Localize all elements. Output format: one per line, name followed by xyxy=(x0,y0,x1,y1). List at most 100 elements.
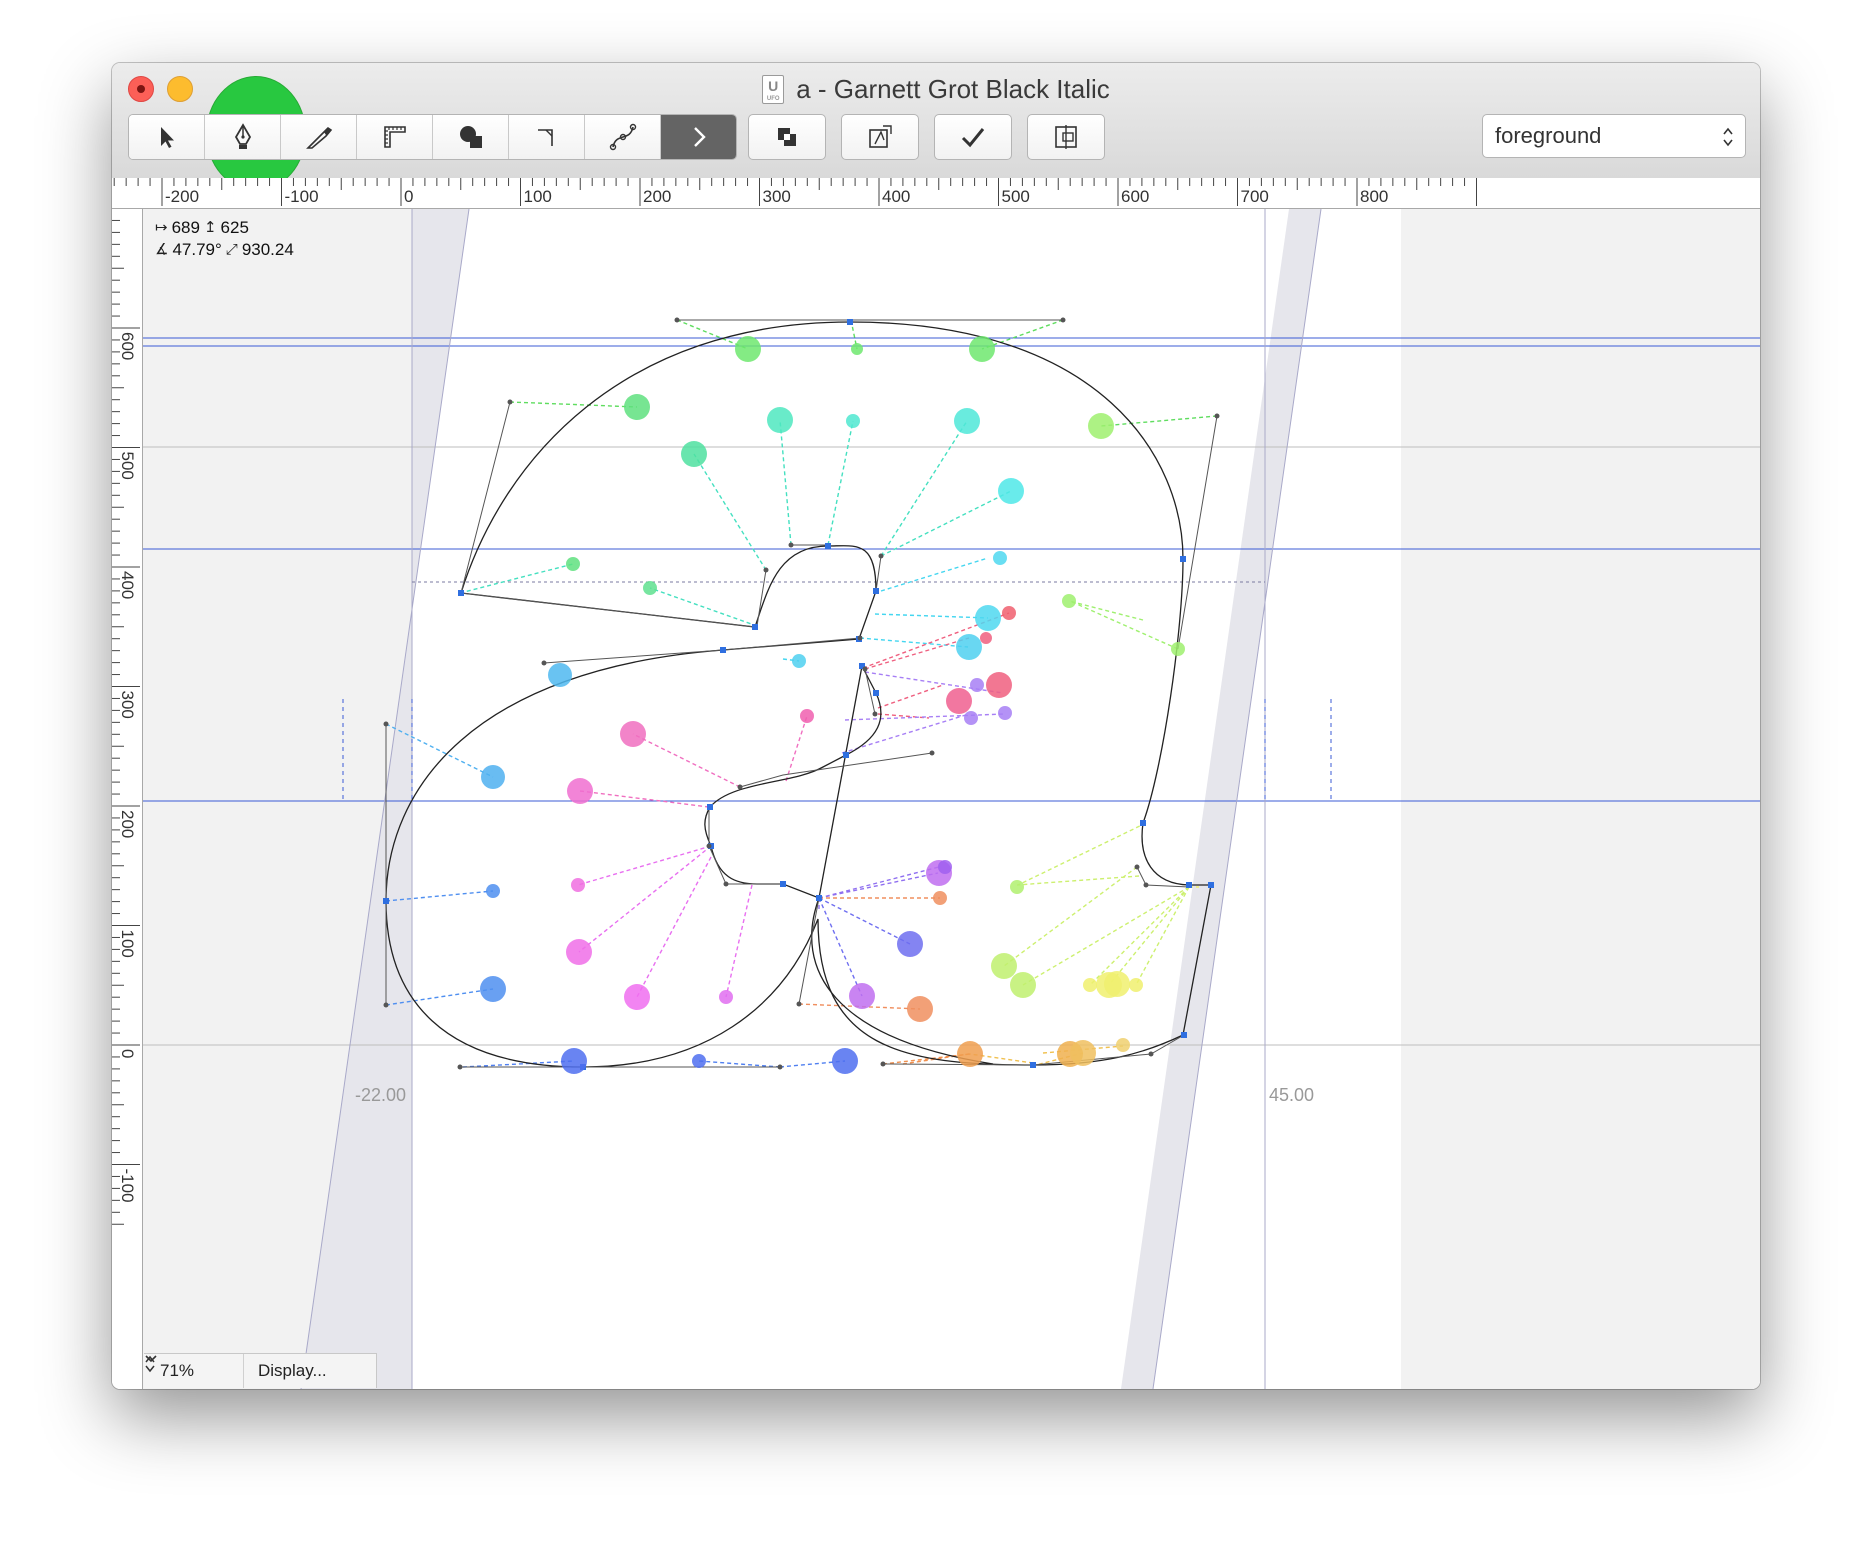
anchor-dot[interactable] xyxy=(1116,1038,1130,1052)
angle-row: ∡ 47.79° ⤢ 930.24 xyxy=(155,239,294,261)
corner-tool-button[interactable] xyxy=(509,115,585,159)
anchor-dot[interactable] xyxy=(620,721,646,747)
anchor-dot[interactable] xyxy=(719,990,733,1004)
anchor-dot[interactable] xyxy=(970,678,984,692)
vertical-ruler-scale: 600 500 400 300 200 100 0 -100 xyxy=(112,219,140,1225)
anchor-dot[interactable] xyxy=(1171,642,1185,656)
anchor-dot[interactable] xyxy=(1062,594,1076,608)
glyph-point xyxy=(873,690,879,696)
anchor-dot[interactable] xyxy=(480,976,506,1002)
shapes-icon xyxy=(459,126,482,148)
anchor-dot[interactable] xyxy=(986,672,1012,698)
glyph-window: U UFO a - Garnett Grot Black Italic fore… xyxy=(112,63,1760,1389)
anchor-dot[interactable] xyxy=(946,688,972,714)
handle-point xyxy=(880,1061,886,1067)
glyph-point xyxy=(1208,882,1214,888)
anchor-dot[interactable] xyxy=(849,983,875,1009)
anchor-dot[interactable] xyxy=(481,765,505,789)
pen-tool-button[interactable] xyxy=(205,115,281,159)
anchor-dot[interactable] xyxy=(1002,606,1016,620)
zoom-control[interactable]: 71% xyxy=(144,1354,244,1388)
preview-button[interactable] xyxy=(841,114,919,160)
anchor-dot[interactable] xyxy=(897,931,923,957)
anchor-dot[interactable] xyxy=(548,663,572,687)
display-menu[interactable]: Display... xyxy=(145,1354,376,1388)
measure-tool-button[interactable] xyxy=(357,115,433,159)
anchor-dot[interactable] xyxy=(907,996,933,1022)
anchor-dot[interactable] xyxy=(561,1048,587,1074)
anchor-dot[interactable] xyxy=(832,1048,858,1074)
overlap-icon xyxy=(778,128,796,146)
anchor-dot[interactable] xyxy=(800,709,814,723)
bender-tool-button[interactable] xyxy=(585,115,661,159)
anchor-dot[interactable] xyxy=(933,891,947,905)
anchor-dot[interactable] xyxy=(567,778,593,804)
anchor-dot[interactable] xyxy=(735,336,761,362)
anchor-dot[interactable] xyxy=(991,953,1017,979)
overlap-button[interactable] xyxy=(748,114,826,160)
x-coordinate: 689 xyxy=(171,218,200,237)
anchor-dot[interactable] xyxy=(1010,972,1036,998)
anchor-dot[interactable] xyxy=(938,860,952,874)
anchor-dot[interactable] xyxy=(956,634,982,660)
more-tools-button[interactable] xyxy=(661,115,736,159)
layer-select-value: foreground xyxy=(1495,123,1602,148)
anchor-dot[interactable] xyxy=(624,984,650,1010)
anchor-dot[interactable] xyxy=(571,878,585,892)
glyph-canvas[interactable]: ↦ 689 ↥ 625 ∡ 47.79° ⤢ 930.24 -22.00 45.… xyxy=(143,209,1760,1389)
handle-point xyxy=(383,721,389,727)
ruler-label: 600 xyxy=(1121,187,1149,206)
anchor-dot[interactable] xyxy=(767,407,793,433)
anchor-dot[interactable] xyxy=(1010,880,1024,894)
anchor-dot[interactable] xyxy=(975,605,1001,631)
anchor-dot[interactable] xyxy=(1129,978,1143,992)
anchor-dot[interactable] xyxy=(954,408,980,434)
handle-point xyxy=(723,881,729,887)
anchor-dot[interactable] xyxy=(692,1054,706,1068)
angle-value: 47.79° xyxy=(172,240,222,259)
compare-icon xyxy=(1055,125,1077,149)
anchor-dot[interactable] xyxy=(1088,413,1114,439)
anchor-dot[interactable] xyxy=(566,557,580,571)
shapes-tool-button[interactable] xyxy=(433,115,509,159)
compare-button[interactable] xyxy=(1027,114,1105,160)
validate-button[interactable] xyxy=(934,114,1012,160)
glyph-point xyxy=(825,543,831,549)
anchor-dot[interactable] xyxy=(624,394,650,420)
glyph-point xyxy=(1030,1062,1036,1068)
angle-icon: ∡ xyxy=(155,241,169,258)
arrow-pointer-icon xyxy=(160,127,174,148)
anchor-dot[interactable] xyxy=(998,706,1012,720)
anchor-dot[interactable] xyxy=(681,441,707,467)
anchor-dot[interactable] xyxy=(1083,978,1097,992)
anchor-dot[interactable] xyxy=(998,478,1024,504)
layer-select[interactable]: foreground xyxy=(1482,114,1746,158)
anchor-dot[interactable] xyxy=(969,336,995,362)
knife-tool-button[interactable] xyxy=(281,115,357,159)
anchor-dot[interactable] xyxy=(643,581,657,595)
handle-point xyxy=(872,711,878,717)
zoom-value: 71% xyxy=(160,1361,195,1380)
anchor-dot[interactable] xyxy=(846,414,860,428)
anchor-dot[interactable] xyxy=(993,551,1007,565)
anchor-dot[interactable] xyxy=(792,654,806,668)
anchor-dot[interactable] xyxy=(957,1041,983,1067)
select-tool-button[interactable] xyxy=(129,115,205,159)
anchor-dot[interactable] xyxy=(851,343,863,355)
anchor-dot[interactable] xyxy=(486,884,500,898)
ruler-label: 500 xyxy=(1002,187,1030,206)
anchor-dot[interactable] xyxy=(1070,1040,1096,1066)
anchor-dot[interactable] xyxy=(566,939,592,965)
title-bar: U UFO a - Garnett Grot Black Italic fore… xyxy=(112,63,1760,191)
anchor-dot[interactable] xyxy=(980,632,992,644)
anchor-dot[interactable] xyxy=(1104,971,1130,997)
handle-point xyxy=(1214,413,1220,419)
anchor-dot[interactable] xyxy=(964,711,978,725)
glyph-point xyxy=(1180,556,1186,562)
handle-point xyxy=(929,750,935,756)
corner-icon xyxy=(537,129,553,146)
glyph-point xyxy=(843,752,849,758)
handle-point xyxy=(457,1064,463,1070)
handle-point xyxy=(541,660,547,666)
tool-segmented-control xyxy=(128,114,737,160)
